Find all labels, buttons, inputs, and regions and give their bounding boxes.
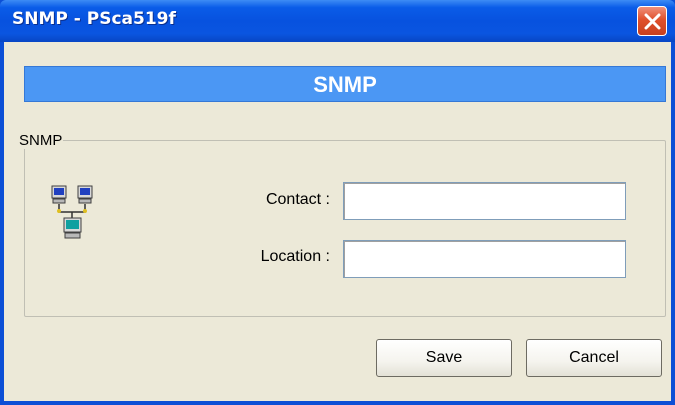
contact-field[interactable] <box>343 182 626 220</box>
location-label: Location : <box>260 248 330 265</box>
window-title: SNMP - PSca519f <box>12 9 176 29</box>
close-icon <box>644 13 661 30</box>
cancel-button[interactable]: Cancel <box>526 339 662 377</box>
groupbox-label: SNMP <box>18 132 64 149</box>
dialog-body: SNMP SNMP Contact : Location : Save Canc… <box>4 42 671 401</box>
snmp-groupbox <box>24 140 666 317</box>
header-title: SNMP <box>313 72 377 97</box>
header-banner: SNMP <box>24 66 666 102</box>
network-computers-icon <box>51 185 93 239</box>
title-bar[interactable]: SNMP - PSca519f <box>0 0 675 42</box>
contact-label: Contact : <box>265 191 330 208</box>
save-button[interactable]: Save <box>376 339 512 377</box>
snmp-dialog-window: SNMP - PSca519f SNMP SNMP Contact: Loca… <box>0 0 675 405</box>
close-button[interactable] <box>637 6 667 36</box>
location-field[interactable] <box>343 240 626 278</box>
